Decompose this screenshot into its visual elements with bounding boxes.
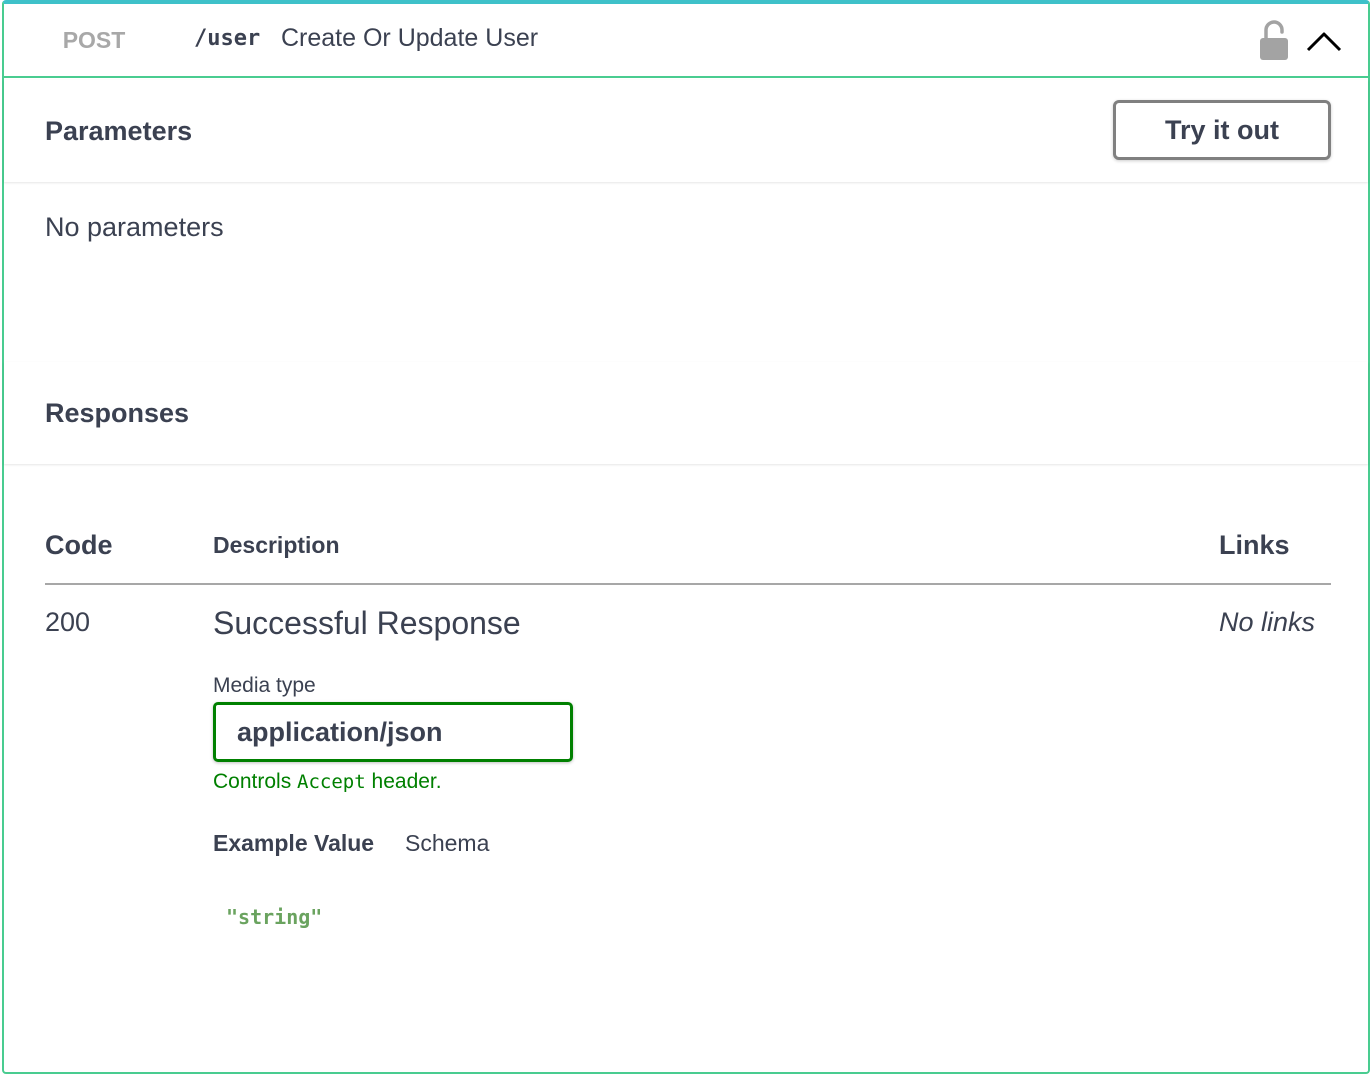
chevron-up-icon[interactable] [1304,24,1344,56]
response-links: No links [1219,607,1316,637]
response-code: 200 [45,607,91,637]
operation-summary[interactable]: POST /user Create Or Update User [4,4,1368,78]
responses-title: Responses [45,398,190,428]
operation-block-post-user: POST /user Create Or Update User Paramet… [2,0,1370,1074]
tab-schema[interactable]: Schema [405,830,489,857]
controls-prefix: Controls [213,770,292,793]
responses-section-header: Responses [4,362,1368,464]
try-it-out-button[interactable]: Try it out [1113,100,1331,160]
lock-open-icon[interactable] [1258,20,1290,60]
media-type-value: application/json [237,716,443,747]
column-header-code: Code [45,530,113,560]
controls-accept-note: Controls Accept header. [213,770,442,794]
http-method-badge: POST [62,26,126,53]
response-description: Successful Response [213,605,521,641]
controls-suffix: header. [371,770,442,793]
table-header-divider [45,583,1331,585]
parameters-title: Parameters [45,116,193,146]
tab-example-value[interactable]: Example Value [213,830,374,857]
operation-summary-text: Create Or Update User [281,24,539,52]
endpoint-path: /user [194,26,261,51]
media-type-select[interactable]: application/json [213,702,573,762]
accept-code: Accept [297,771,366,793]
media-type-label: Media type [213,674,316,697]
column-header-description: Description [213,532,340,558]
no-parameters-text: No parameters [45,212,224,242]
example-value-code: "string" [226,905,323,929]
column-header-links: Links [1219,530,1290,560]
